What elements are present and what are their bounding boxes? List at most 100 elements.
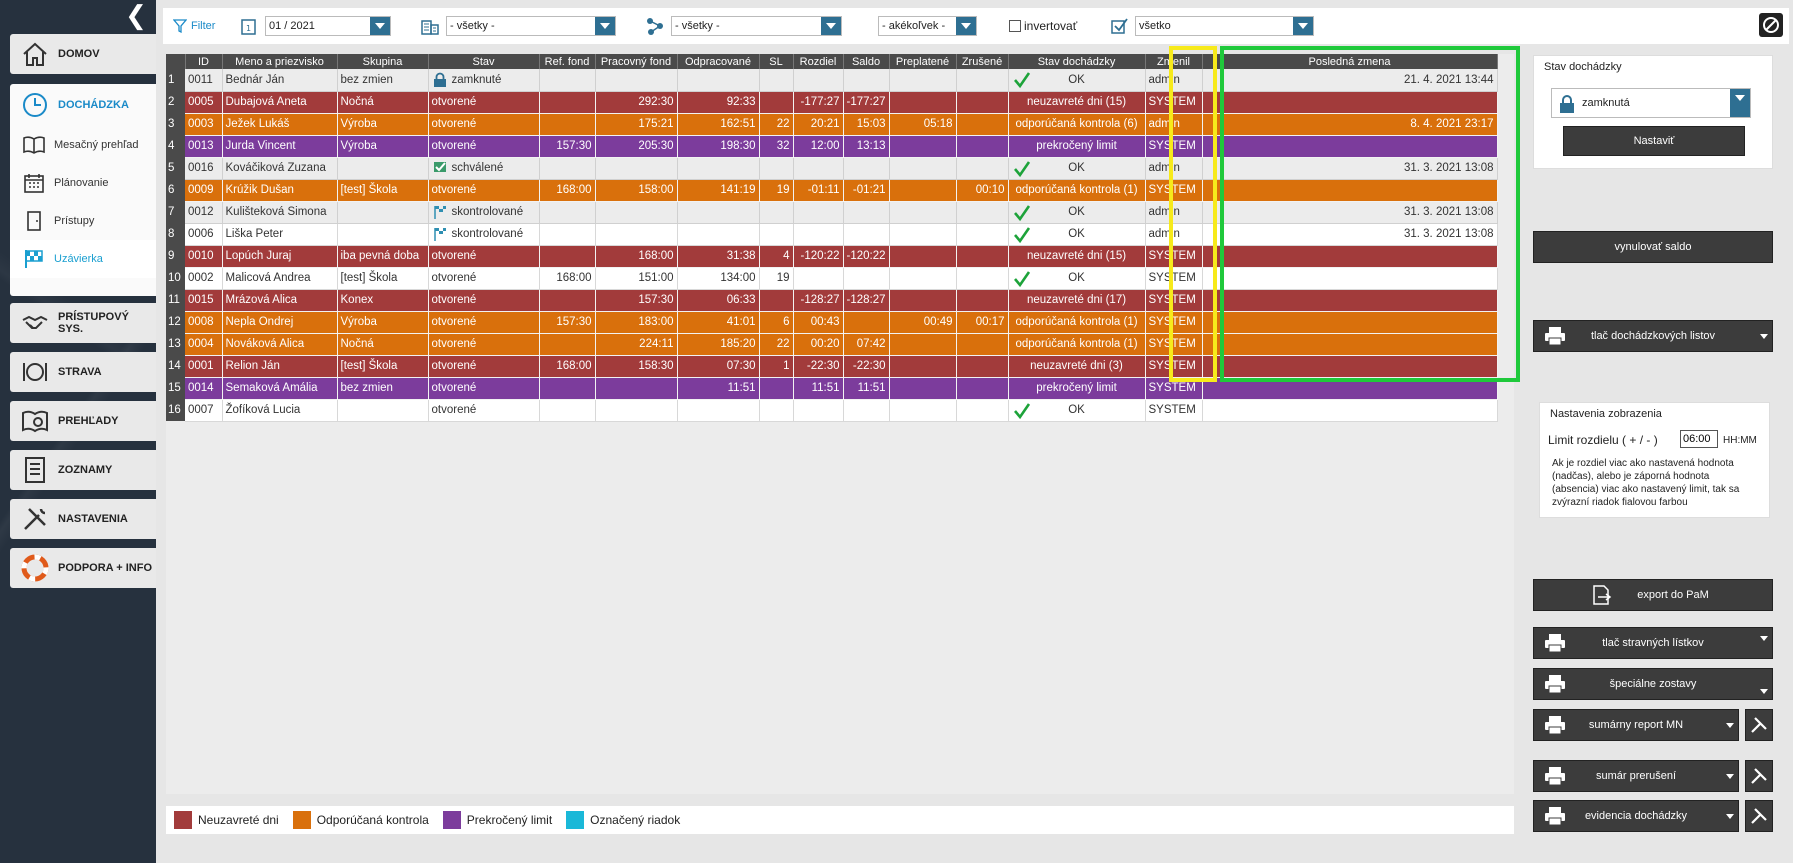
nav-prehlady-label: PREHĽADY (58, 415, 119, 427)
cell-stav-dochadzky: neuzavreté dni (17) (1008, 289, 1146, 312)
col-stav-dochadzky[interactable]: Stav dochádzky (1008, 54, 1146, 69)
specialne-zostavy-button[interactable]: špeciálne zostavy (1533, 668, 1773, 700)
nav-nastavenia[interactable]: NASTAVENIA (10, 499, 156, 539)
table-row[interactable]: 9 0010 Lopúch Juraj iba pevná doba otvorené 1… (166, 245, 1498, 268)
any-select[interactable]: - akékoľvek - (878, 16, 977, 36)
cell-group-text: Výroba (340, 140, 377, 152)
collapse-sidebar-icon[interactable]: ❮ (122, 2, 150, 30)
table-row[interactable]: 13 0004 Nováková Alica Nočná otvorené 224:11 1… (166, 333, 1498, 356)
sumarny-report-settings-button[interactable] (1745, 709, 1773, 741)
evidencia-dochadzky-settings-button[interactable] (1745, 800, 1773, 832)
cell-preplatene: 05:18 (889, 113, 957, 136)
cell-saldo: 11:51 (843, 377, 890, 400)
legend: Neuzavreté dni Odporúčaná kontrola Prekr… (166, 806, 1514, 834)
plate-icon (23, 363, 47, 381)
nav-dochadzka[interactable]: DOCHÁDZKA (10, 84, 156, 126)
chevron-down-icon (1293, 17, 1313, 35)
chevron-down-icon[interactable] (1726, 723, 1734, 728)
nav-planovanie[interactable]: Plánovanie (10, 164, 156, 202)
cell-stav-dochadzky-text: OK (1068, 272, 1085, 284)
invert-checkbox[interactable]: invertovať (1009, 16, 1077, 36)
group-select[interactable]: - všetky - (671, 16, 842, 36)
table-row[interactable]: 4 0013 Jurda Vincent Výroba otvorené 157:30 20… (166, 135, 1498, 158)
nav-zoznamy[interactable]: ZOZNAMY (10, 450, 156, 490)
col-posledna-zmena[interactable]: Posledná zmena (1202, 54, 1498, 69)
col-state[interactable]: Stav (428, 54, 540, 69)
nav-domov[interactable]: DOMOV (10, 34, 156, 74)
cell-zmenil-text: SYSTEM (1148, 316, 1196, 328)
nav-pristupy[interactable]: Prístupy (10, 202, 156, 240)
svg-text:1: 1 (246, 24, 251, 33)
cell-odpracovane: 92:33 (677, 91, 760, 114)
invert-checkbox-box[interactable] (1009, 20, 1021, 32)
nav-strava[interactable]: STRAVA (10, 352, 156, 392)
col-zmenil[interactable]: Zmenil (1145, 54, 1203, 69)
table-row[interactable]: 1 0011 Bednár Ján bez zmien zamknuté OK admin 2… (166, 69, 1498, 92)
col-odpracovane[interactable]: Odpracované (677, 54, 760, 69)
cell-name-text: Mrázová Alica (225, 294, 298, 306)
nav-uzavierka[interactable]: Uzávierka (10, 240, 156, 278)
status-select[interactable]: všetko (1135, 16, 1314, 36)
chevron-down-icon[interactable] (1760, 689, 1768, 694)
chevron-down-icon[interactable] (1760, 636, 1768, 641)
table-row[interactable]: 6 0009 Krúžik Dušan [test] Škola otvorené 168… (166, 179, 1498, 202)
col-id[interactable]: ID (185, 54, 223, 69)
stav-dochadzky-select[interactable]: zamknutá (1551, 88, 1751, 118)
nav-mesacny-prehlad[interactable]: Mesačný prehľad (10, 126, 156, 164)
col-group[interactable]: Skupina (337, 54, 429, 69)
nav-prehlady[interactable]: PREHĽADY (10, 401, 156, 441)
table-row[interactable]: 7 0012 Kulišteková Simona skontrolované OK ad… (166, 201, 1498, 224)
cell-preplatene (889, 267, 957, 290)
cell-id: 0007 (185, 399, 223, 422)
sumar-preruseni-button[interactable]: sumár prerušení (1533, 760, 1739, 792)
evidencia-dochadzky-button[interactable]: evidencia dochádzky (1533, 800, 1739, 832)
cell-ref-fond (539, 333, 596, 356)
sumarny-report-mn-button[interactable]: sumárny report MN (1533, 709, 1739, 741)
workplace-select[interactable]: - všetky - (446, 16, 616, 36)
cell-name: Bednár Ján (222, 69, 338, 92)
nav-pristupovy-sys[interactable]: PRÍSTUPOVÝ SYS. (10, 303, 156, 343)
col-zrusene[interactable]: Zrušené (956, 54, 1009, 69)
table-row[interactable]: 8 0006 Liška Peter skontrolované OK admin 31. … (166, 223, 1498, 246)
chevron-down-icon[interactable] (1726, 774, 1734, 779)
chevron-down-icon[interactable] (1726, 814, 1734, 819)
cell-id: 0003 (185, 113, 223, 136)
table-row[interactable]: 10 0002 Malicová Andrea [test] Škola otvoren… (166, 267, 1498, 290)
col-name[interactable]: Meno a priezvisko (222, 54, 338, 69)
table-row[interactable]: 3 0003 Ježek Lukáš Výroba otvorené 175:21 162:… (166, 113, 1498, 136)
filter-label: Filter (191, 20, 216, 32)
table-row[interactable]: 5 0016 Kováčiková Zuzana schválené OK admin 31… (166, 157, 1498, 180)
cell-saldo: -177:27 (843, 91, 890, 114)
vynulovat-saldo-button[interactable]: vynulovať saldo (1533, 231, 1773, 263)
table-row[interactable]: 11 0015 Mrázová Alica Konex otvorené 157:30 06… (166, 289, 1498, 312)
cell-id-text: 0006 (188, 228, 214, 240)
limit-input[interactable] (1680, 430, 1718, 448)
cell-name-text: Nepla Ondrej (225, 316, 294, 328)
block-icon[interactable] (1759, 13, 1783, 37)
export-do-pam-button[interactable]: export do PaM (1533, 579, 1773, 611)
table-row[interactable]: 12 0008 Nepla Ondrej Výroba otvorené 157:30 18… (166, 311, 1498, 334)
cell-zmenil-text: SYSTEM (1148, 96, 1196, 108)
table-row[interactable]: 14 0001 Relion Ján [test] Škola otvorené 168:… (166, 355, 1498, 378)
sumar-preruseni-settings-button[interactable] (1745, 760, 1773, 792)
cell-group: Výroba (337, 113, 429, 136)
col-saldo[interactable]: Saldo (843, 54, 890, 69)
month-select[interactable]: 01 / 2021 (265, 16, 391, 36)
col-rozdiel[interactable]: Rozdiel (793, 54, 844, 69)
table-row[interactable]: 15 0014 Semaková Amália bez zmien otvorené 11… (166, 377, 1498, 400)
cell-name: Ježek Lukáš (222, 113, 338, 136)
col-ref-fond[interactable]: Ref. fond (539, 54, 596, 69)
chevron-down-icon[interactable] (1760, 334, 1768, 339)
cell-group: [test] Škola (337, 355, 429, 378)
tlac-dochadzkovych-listov-button[interactable]: tlač dochádzkových listov (1533, 320, 1773, 352)
col-preplatene[interactable]: Preplatené (889, 54, 957, 69)
col-sl[interactable]: SL (759, 54, 794, 69)
cell-rozdiel: -120:22 (793, 245, 844, 268)
tlac-stravnych-listkov-button[interactable]: tlač stravných lístkov (1533, 627, 1773, 659)
filter-toggle[interactable]: Filter (173, 16, 215, 36)
nastavit-button[interactable]: Nastaviť (1563, 126, 1745, 156)
nav-podpora[interactable]: PODPORA + INFO (10, 548, 156, 588)
col-pracovny-fond[interactable]: Pracovný fond (595, 54, 678, 69)
table-row[interactable]: 16 0007 Žofíková Lucia otvorené OK SYSTEM (166, 399, 1498, 422)
table-row[interactable]: 2 0005 Dubajová Aneta Nočná otvorené 292:30 92… (166, 91, 1498, 114)
